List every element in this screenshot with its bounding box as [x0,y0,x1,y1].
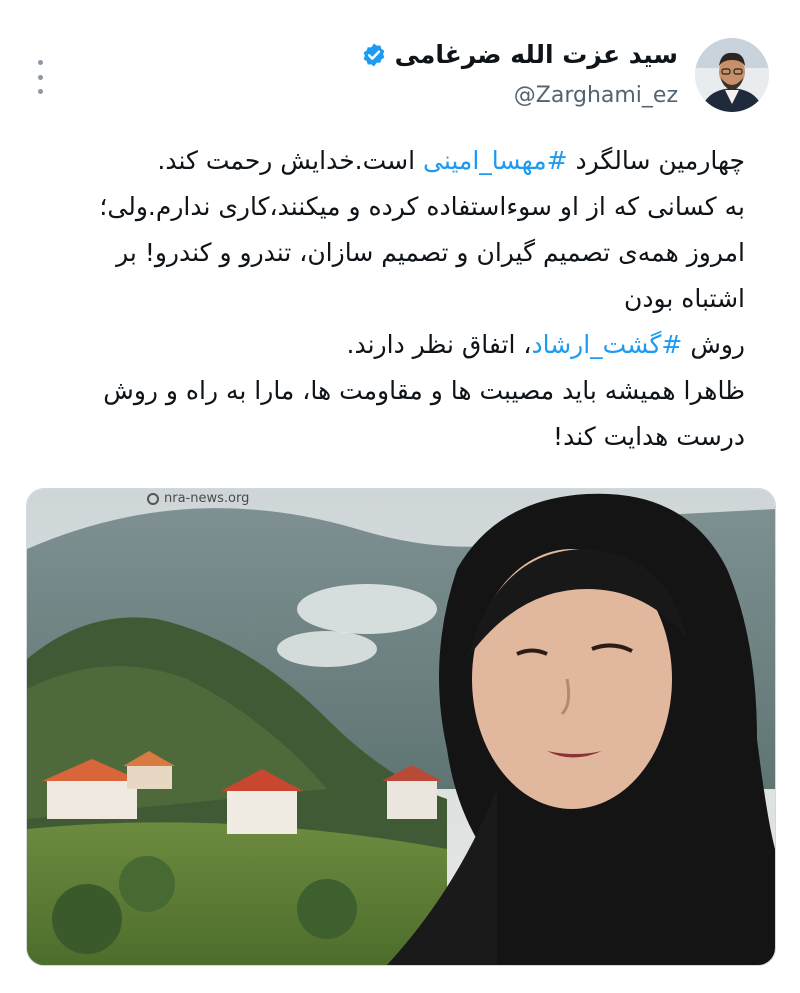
tweet-card: سید عزت الله ضرغامی @Zarghami_ez چهارمین… [0,0,800,993]
tweet-text: چهارمین سالگرد #مهسا_امینی است.خدایش رحم… [25,138,745,460]
text-segment: چهارمین سالگرد [567,146,745,175]
tweet-photo[interactable]: nra-news.org [26,488,776,966]
watermark-text: nra-news.org [164,491,250,506]
tweet-line: اشتباه بودن [623,284,745,313]
more-options-icon[interactable] [30,60,50,94]
text-segment: ، اتفاق نظر دارند. [346,330,532,359]
avatar[interactable] [695,38,769,112]
tweet-line: به کسانی که از او سوءاستفاده کرده و میکن… [99,192,745,221]
text-segment: روش [682,330,745,359]
globe-icon [147,492,159,505]
tweet-line: درست هدایت کند! [553,422,745,451]
verified-badge-icon [363,43,384,66]
text-segment: است.خدایش رحمت کند. [157,146,423,175]
tweet-line: ظاهرا همیشه باید مصیبت ها و مقاومت ها، م… [103,376,745,405]
photo-illustration [27,489,775,965]
hashtag-link[interactable]: #مهسا_امینی [423,146,568,175]
author-handle[interactable]: @Zarghami_ez [361,83,678,108]
tweet-line: روش #گشت_ارشاد، اتفاق نظر دارند. [25,322,745,368]
author-name[interactable]: سید عزت الله ضرغامی [395,40,678,69]
hashtag-link[interactable]: #گشت_ارشاد [531,330,682,359]
tweet-line: امروز همه‌ی تصمیم گیران و تصمیم سازان، ت… [116,238,745,267]
tweet-line: چهارمین سالگرد #مهسا_امینی است.خدایش رحم… [25,138,745,184]
watermark: nra-news.org [147,491,249,506]
tweet-header: سید عزت الله ضرغامی @Zarghami_ez [361,40,678,108]
